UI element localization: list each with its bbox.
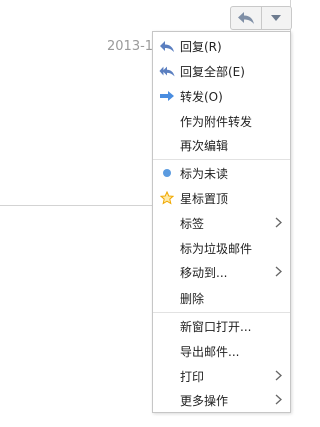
menu-label: 回复(R) bbox=[180, 39, 222, 54]
unread-dot-icon bbox=[159, 166, 175, 180]
reply-icon bbox=[159, 39, 175, 53]
menu-label: 导出邮件... bbox=[180, 344, 240, 359]
menu-label: 标为未读 bbox=[180, 166, 229, 181]
menu-item-mark-unread[interactable]: 标为未读 bbox=[153, 161, 290, 185]
mail-date: 2013-1 bbox=[107, 39, 152, 54]
menu-item-open-new-window[interactable]: 新窗口打开... bbox=[153, 314, 290, 338]
menu-label: 转发(O) bbox=[180, 89, 223, 104]
menu-item-reply-all[interactable]: 回复全部(E) bbox=[153, 59, 290, 83]
chevron-right-icon bbox=[275, 394, 282, 408]
menu-item-move-to[interactable]: 移动到... bbox=[153, 260, 290, 284]
menu-item-export-mail[interactable]: 导出邮件... bbox=[153, 339, 290, 363]
menu-label: 打印 bbox=[180, 369, 205, 384]
menu-label: 更多操作 bbox=[180, 393, 229, 408]
triangle-down-icon bbox=[271, 15, 282, 21]
chevron-right-icon bbox=[275, 266, 282, 280]
menu-label: 标为垃圾邮件 bbox=[180, 241, 253, 256]
reply-all-icon bbox=[159, 64, 175, 78]
chevron-right-icon bbox=[275, 217, 282, 231]
menu-item-star-pin[interactable]: 星标置顶 bbox=[153, 186, 290, 210]
reply-arrow-icon bbox=[237, 12, 254, 24]
more-actions-menu: 回复(R) 回复全部(E) 转发(O) 作为附件转发 再次编辑 标为未读 星标置… bbox=[152, 31, 291, 413]
forward-arrow-icon bbox=[159, 89, 175, 103]
menu-label: 再次编辑 bbox=[180, 138, 229, 153]
menu-label: 回复全部(E) bbox=[180, 64, 245, 79]
menu-label: 作为附件转发 bbox=[180, 114, 253, 129]
menu-label: 删除 bbox=[180, 291, 205, 306]
menu-label: 标签 bbox=[180, 216, 205, 231]
menu-item-forward-as-attachment[interactable]: 作为附件转发 bbox=[153, 109, 290, 133]
menu-item-labels[interactable]: 标签 bbox=[153, 211, 290, 235]
menu-item-edit-again[interactable]: 再次编辑 bbox=[153, 133, 290, 157]
menu-divider bbox=[153, 159, 290, 160]
chevron-right-icon bbox=[275, 370, 282, 384]
more-actions-dropdown-button[interactable] bbox=[260, 7, 292, 29]
menu-item-print[interactable]: 打印 bbox=[153, 364, 290, 388]
menu-item-forward[interactable]: 转发(O) bbox=[153, 84, 290, 108]
menu-item-mark-spam[interactable]: 标为垃圾邮件 bbox=[153, 236, 290, 260]
reply-button[interactable] bbox=[231, 7, 261, 29]
menu-divider bbox=[153, 312, 290, 313]
menu-item-more-actions[interactable]: 更多操作 bbox=[153, 388, 290, 412]
star-icon bbox=[159, 191, 175, 205]
mail-action-toolbar bbox=[230, 6, 292, 30]
menu-item-reply[interactable]: 回复(R) bbox=[153, 34, 290, 58]
menu-label: 移动到... bbox=[180, 265, 228, 280]
menu-label: 新窗口打开... bbox=[180, 319, 252, 334]
menu-item-delete[interactable]: 删除 bbox=[153, 286, 290, 310]
menu-label: 星标置顶 bbox=[180, 191, 229, 206]
